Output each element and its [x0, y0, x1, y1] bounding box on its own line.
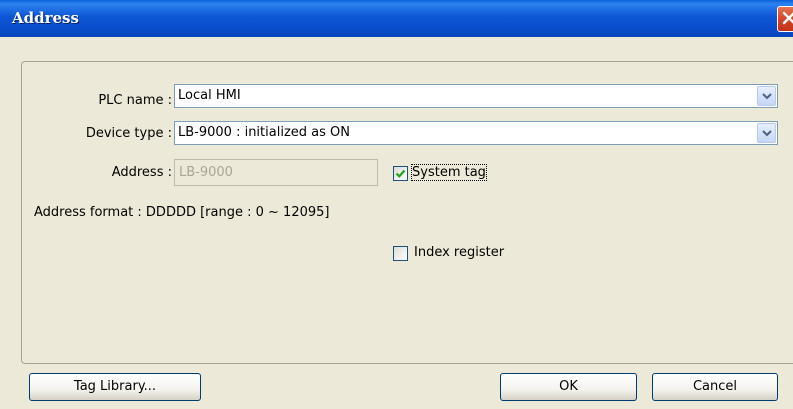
device-type-value: LB-9000 : initialized as ON — [178, 125, 350, 140]
system-tag-checkbox[interactable] — [393, 166, 408, 181]
close-button[interactable] — [777, 6, 793, 32]
plc-name-combobox[interactable]: Local HMI — [174, 84, 778, 108]
plc-name-value: Local HMI — [178, 88, 241, 103]
device-type-label: Device type : — [85, 126, 172, 141]
plc-name-label: PLC name : — [98, 93, 172, 108]
title-bar: Address — [0, 0, 793, 37]
window-title: Address — [12, 9, 79, 27]
ok-button[interactable]: OK — [500, 373, 637, 401]
address-format-text: Address format : DDDDD [range : 0 ~ 1209… — [34, 205, 330, 220]
plc-name-dropdown-button[interactable] — [757, 86, 776, 106]
device-type-dropdown-button[interactable] — [757, 123, 776, 143]
address-input[interactable]: LB-9000 — [174, 159, 378, 186]
device-type-combobox[interactable]: LB-9000 : initialized as ON — [174, 121, 778, 145]
address-label: Address : — [111, 165, 172, 180]
index-register-label[interactable]: Index register — [414, 245, 504, 260]
index-register-checkbox[interactable] — [393, 246, 408, 261]
cancel-button[interactable]: Cancel — [652, 373, 778, 401]
tag-library-button[interactable]: Tag Library... — [29, 373, 201, 401]
address-value: LB-9000 — [179, 165, 233, 180]
system-tag-label[interactable]: System tag — [411, 164, 487, 181]
